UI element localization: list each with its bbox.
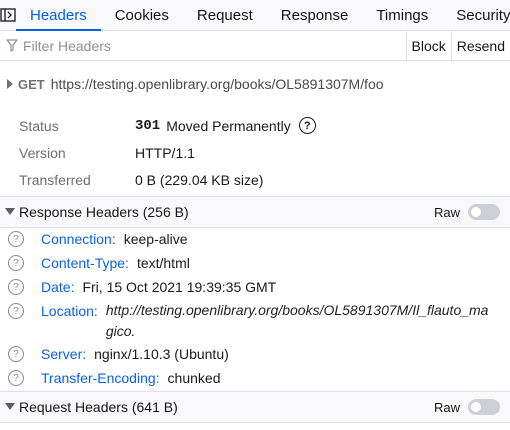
header-name: Server: — [41, 346, 87, 362]
header-row: ? Location: http://testing.openlibrary.o… — [0, 299, 510, 342]
help-icon[interactable]: ? — [8, 370, 24, 386]
response-headers-section[interactable]: Response Headers (256 B) Raw — [0, 196, 510, 228]
status-label: Status — [19, 117, 59, 134]
help-icon[interactable]: ? — [8, 231, 24, 247]
request-summary-line[interactable]: GET https://testing.openlibrary.org/book… — [0, 61, 510, 107]
raw-toggle[interactable] — [468, 204, 500, 220]
tab-cookies[interactable]: Cookies — [101, 0, 183, 30]
version-value: HTTP/1.1 — [135, 144, 195, 161]
transferred-row: Transferred 0 B (229.04 KB size) — [0, 166, 510, 193]
filter-icon — [1, 39, 23, 52]
help-icon[interactable]: ? — [8, 279, 24, 295]
status-row: Status 301 Moved Permanently ? — [0, 112, 510, 139]
status-text: Moved Permanently — [166, 117, 291, 134]
help-icon[interactable]: ? — [8, 346, 24, 362]
details-tab-bar: Headers Cookies Request Response Timings… — [0, 0, 510, 31]
tab-timings[interactable]: Timings — [362, 0, 442, 30]
block-button[interactable]: Block — [405, 30, 451, 61]
resend-button[interactable]: Resend — [450, 30, 510, 61]
header-value: keep-alive — [123, 231, 188, 247]
toggle-sidebar-button[interactable] — [0, 0, 16, 30]
header-row: ? Server: nginx/1.10.3 (Ubuntu) — [0, 342, 510, 366]
header-name: Connection: — [41, 231, 116, 247]
header-value: Fri, 15 Oct 2021 19:39:35 GMT — [82, 279, 277, 295]
tab-response[interactable]: Response — [267, 0, 363, 30]
request-method: GET — [18, 76, 45, 92]
expand-arrow-icon[interactable] — [2, 79, 18, 89]
header-name: Date: — [41, 279, 75, 295]
transferred-value: 0 B (229.04 KB size) — [135, 171, 264, 188]
filter-headers-input[interactable] — [23, 31, 406, 60]
header-row: ? Date: Fri, 15 Oct 2021 19:39:35 GMT — [0, 275, 510, 299]
header-value: chunked — [167, 370, 221, 386]
sidebar-toggle-icon — [0, 8, 16, 22]
tab-headers[interactable]: Headers — [16, 0, 101, 31]
collapse-triangle-icon[interactable] — [1, 403, 19, 411]
header-row: ? Connection: keep-alive — [0, 227, 510, 251]
header-name: Content-Type: — [41, 255, 129, 271]
header-value: text/html — [136, 255, 190, 271]
tab-security[interactable]: Security — [442, 0, 510, 30]
filter-bar: Block Resend — [0, 30, 510, 61]
version-label: Version — [19, 144, 66, 161]
version-row: Version HTTP/1.1 — [0, 139, 510, 166]
tab-request[interactable]: Request — [183, 0, 267, 30]
help-icon[interactable]: ? — [8, 255, 24, 271]
raw-label: Raw — [433, 399, 460, 415]
transferred-label: Transferred — [19, 171, 91, 188]
header-value: nginx/1.10.3 (Ubuntu) — [94, 346, 229, 362]
status-summary: Status 301 Moved Permanently ? Version H… — [0, 112, 510, 193]
collapse-triangle-icon[interactable] — [1, 208, 19, 216]
header-value: http://testing.openlibrary.org/books/OL5… — [105, 302, 489, 339]
response-headers-title: Response Headers (256 B) — [19, 204, 189, 220]
help-icon[interactable]: ? — [8, 303, 24, 319]
response-headers-list: ? Connection: keep-alive ? Content-Type:… — [0, 227, 510, 390]
status-code: 301 — [135, 117, 161, 134]
request-headers-section[interactable]: Request Headers (641 B) Raw — [0, 391, 510, 423]
raw-toggle[interactable] — [468, 399, 500, 415]
header-row: ? Content-Type: text/html — [0, 251, 510, 275]
raw-label: Raw — [433, 204, 460, 220]
header-name: Transfer-Encoding: — [41, 370, 160, 386]
header-name: Location: — [41, 303, 98, 319]
header-row: ? Transfer-Encoding: chunked — [0, 366, 510, 390]
request-headers-title: Request Headers (641 B) — [19, 399, 178, 415]
help-icon[interactable]: ? — [298, 117, 316, 134]
request-url: https://testing.openlibrary.org/books/OL… — [50, 76, 384, 92]
